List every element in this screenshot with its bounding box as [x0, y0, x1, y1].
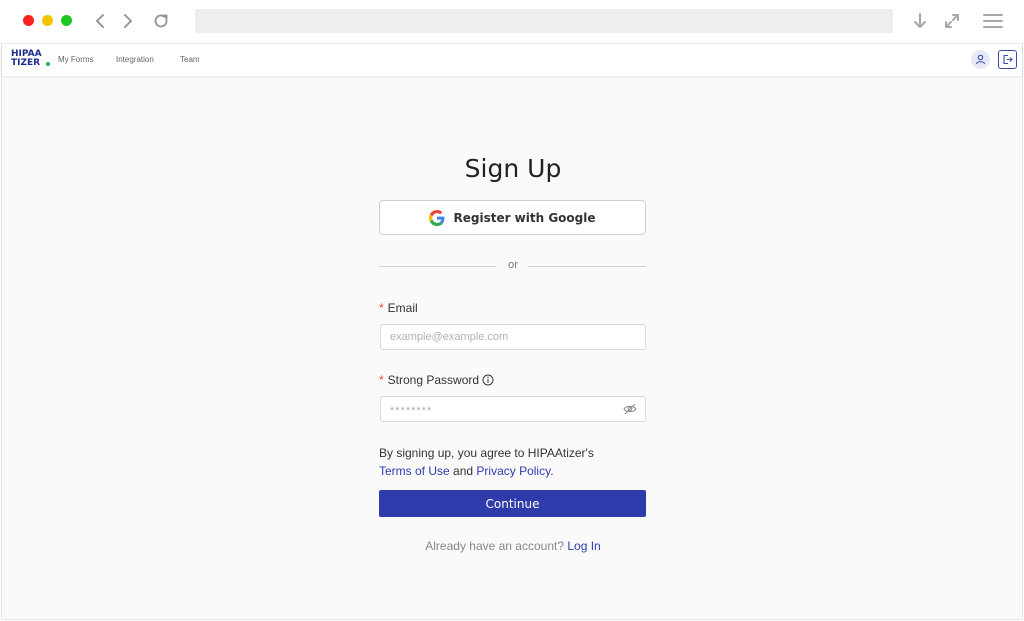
address-bar[interactable] [195, 9, 893, 33]
terms-of-use-link[interactable]: Terms of Use [379, 464, 450, 478]
logout-button[interactable] [998, 50, 1017, 69]
menu-icon [983, 14, 1003, 28]
register-with-google-button[interactable]: Register with Google [379, 200, 646, 235]
email-label: * Email [379, 301, 418, 315]
divider-left [379, 266, 496, 267]
terms-notice: By signing up, you agree to HIPAAtizer's… [379, 444, 649, 480]
browser-chrome [0, 0, 1024, 43]
required-marker: * [379, 301, 384, 315]
forward-button[interactable] [115, 8, 141, 34]
nav-integration[interactable]: Integration [116, 55, 154, 64]
page-viewport: HIPAA TIZER My Forms Integration Team Si… [1, 44, 1023, 620]
window-close-button[interactable] [23, 15, 34, 26]
hipaatizer-logo[interactable]: HIPAA TIZER [11, 50, 50, 70]
nav-team[interactable]: Team [180, 55, 200, 64]
logout-icon [1003, 54, 1013, 65]
log-in-link[interactable]: Log In [567, 539, 600, 553]
back-button[interactable] [87, 8, 113, 34]
back-icon [96, 14, 104, 28]
privacy-policy-link[interactable]: Privacy Policy [476, 464, 550, 478]
terms-prefix: By signing up, you agree to HIPAAtizer's [379, 446, 594, 460]
logo-line2: TIZER [11, 59, 50, 68]
window-minimize-button[interactable] [42, 15, 53, 26]
user-icon [975, 54, 986, 65]
password-field[interactable] [380, 396, 646, 422]
forward-icon [124, 14, 132, 28]
header-search-area[interactable] [672, 49, 964, 71]
browser-menu-button[interactable] [980, 8, 1006, 34]
password-label: * Strong Password [379, 373, 494, 387]
required-marker: * [379, 373, 384, 387]
google-icon [429, 209, 445, 226]
login-prompt: Already have an account? Log In [380, 539, 646, 553]
continue-button[interactable]: Continue [379, 490, 646, 517]
info-icon[interactable] [482, 374, 494, 386]
expand-button[interactable] [939, 8, 965, 34]
page-title: Sign Up [464, 154, 562, 183]
user-account-button[interactable] [971, 50, 990, 69]
app-header: HIPAA TIZER My Forms Integration Team [2, 44, 1022, 76]
reload-icon [154, 14, 168, 28]
divider-or: or [508, 259, 518, 271]
divider-right [528, 266, 646, 267]
toggle-password-visibility-icon[interactable] [623, 402, 637, 420]
register-with-google-label: Register with Google [453, 210, 596, 225]
window-maximize-button[interactable] [61, 15, 72, 26]
terms-suffix: . [550, 464, 554, 478]
download-button[interactable] [907, 8, 933, 34]
email-field[interactable] [380, 324, 646, 350]
reload-button[interactable] [148, 8, 174, 34]
terms-and: and [453, 464, 474, 478]
download-icon [914, 13, 926, 28]
expand-icon [945, 14, 959, 28]
nav-my-forms[interactable]: My Forms [58, 55, 94, 64]
logo-dot-icon [46, 62, 50, 66]
login-prompt-text: Already have an account? [425, 539, 565, 553]
